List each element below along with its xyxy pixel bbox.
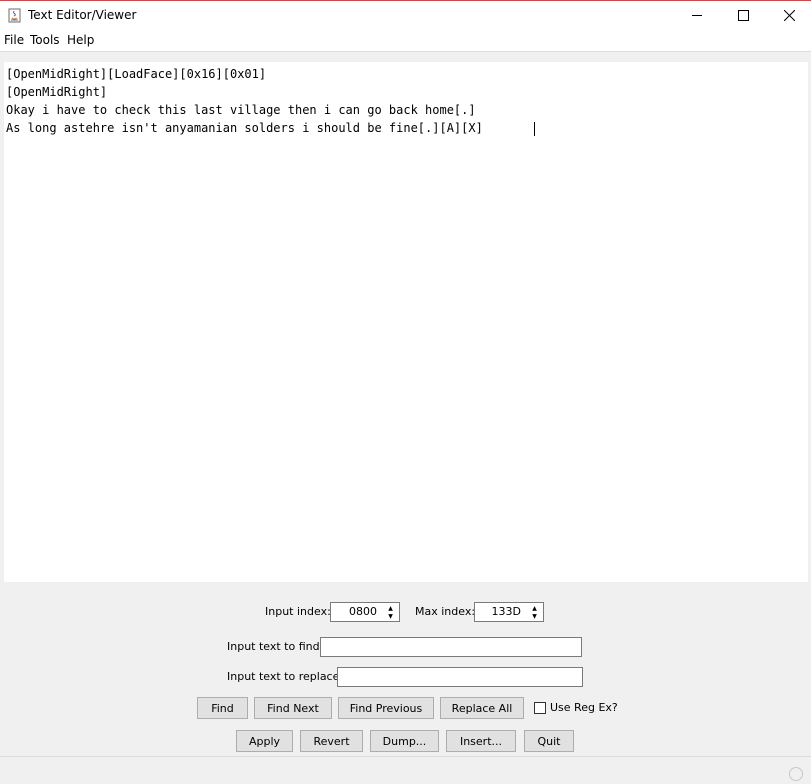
close-icon [783, 10, 795, 21]
resize-grip-icon[interactable] [789, 767, 803, 781]
minimize-icon [691, 15, 702, 16]
find-text-input[interactable] [320, 637, 582, 657]
status-bar [0, 756, 811, 784]
editor-line: [OpenMidRight][LoadFace][0x16][0x01] [6, 67, 267, 81]
menu-bar [0, 30, 811, 52]
text-editor-area[interactable]: [OpenMidRight][LoadFace][0x16][0x01] [Op… [4, 62, 808, 582]
use-regex-checkbox[interactable] [534, 702, 546, 714]
find-previous-button[interactable]: Find Previous [338, 697, 434, 719]
spinner-down-icon[interactable]: ▼ [527, 612, 542, 620]
max-index-label: Max index: [415, 605, 476, 618]
menu-file[interactable]: File [4, 33, 24, 47]
find-next-button[interactable]: Find Next [254, 697, 332, 719]
replace-all-button[interactable]: Replace All [440, 697, 524, 719]
quit-button[interactable]: Quit [524, 730, 574, 752]
revert-button[interactable]: Revert [300, 730, 363, 752]
max-index-spinner[interactable]: 133D ▲ ▼ [474, 602, 544, 622]
editor-line: Okay i have to check this last village t… [6, 103, 476, 117]
input-index-value: 0800 [349, 605, 377, 618]
maximize-button[interactable] [720, 1, 766, 30]
dump-button[interactable]: Dump... [370, 730, 439, 752]
use-regex-label[interactable]: Use Reg Ex? [550, 701, 618, 714]
editor-line: [OpenMidRight] [6, 85, 108, 99]
apply-button[interactable]: Apply [236, 730, 293, 752]
find-text-label: Input text to find: [227, 640, 324, 653]
input-index-label: Input index: [265, 605, 331, 618]
spinner-up-icon[interactable]: ▲ [383, 604, 398, 612]
text-caret [534, 122, 535, 136]
window-title: Text Editor/Viewer [28, 8, 137, 22]
replace-text-input[interactable] [337, 667, 583, 687]
maximize-icon [737, 10, 749, 21]
close-button[interactable] [766, 1, 811, 30]
replace-text-label: Input text to replace: [227, 670, 344, 683]
spinner-up-icon[interactable]: ▲ [527, 604, 542, 612]
input-index-spinner[interactable]: 0800 ▲ ▼ [330, 602, 400, 622]
menu-tools[interactable]: Tools [30, 33, 60, 47]
spinner-down-icon[interactable]: ▼ [383, 612, 398, 620]
minimize-button[interactable] [674, 1, 720, 30]
editor-line: As long astehre isn't anyamanian solders… [6, 121, 483, 135]
max-index-value: 133D [491, 605, 521, 618]
find-button[interactable]: Find [197, 697, 248, 719]
insert-button[interactable]: Insert... [446, 730, 516, 752]
java-app-icon [8, 8, 21, 23]
menu-help[interactable]: Help [67, 33, 94, 47]
